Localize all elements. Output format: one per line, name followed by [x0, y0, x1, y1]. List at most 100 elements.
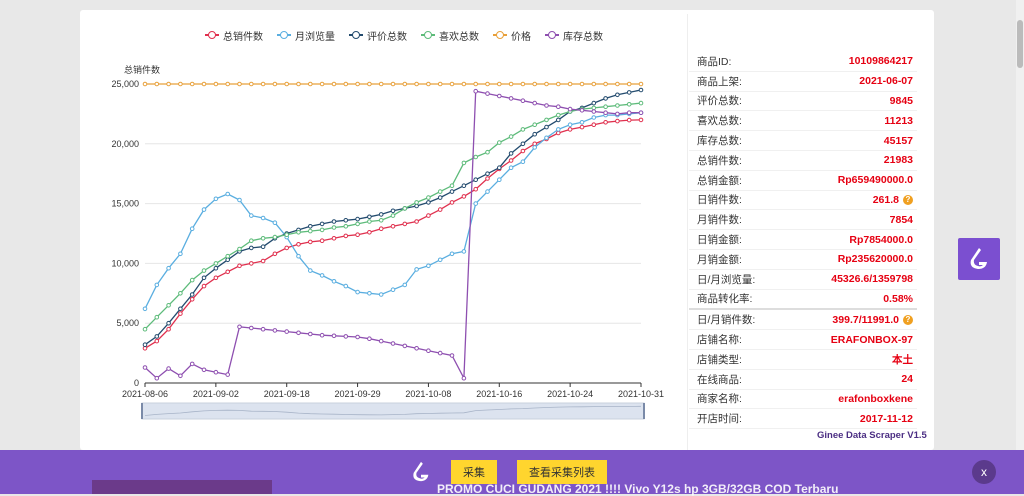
data-point	[390, 208, 396, 214]
data-point	[591, 109, 597, 114]
data-point	[296, 81, 301, 87]
data-point	[343, 218, 349, 223]
data-point	[296, 330, 301, 336]
data-point	[225, 81, 230, 87]
data-point	[414, 346, 419, 351]
data-point	[638, 110, 644, 115]
data-point	[532, 122, 538, 127]
info-label: 总销件数:	[697, 154, 742, 167]
data-point	[473, 81, 479, 87]
scrollbar-thumb[interactable]	[1017, 20, 1023, 68]
y-tick-label: 5,000	[116, 318, 139, 328]
data-point	[508, 96, 514, 101]
data-point	[556, 104, 561, 109]
data-point	[154, 81, 160, 87]
close-button[interactable]: x	[972, 460, 996, 484]
info-label: 开店时间:	[697, 413, 742, 426]
data-point	[556, 81, 561, 87]
data-point	[473, 154, 479, 160]
data-point	[615, 81, 620, 87]
help-icon[interactable]: ?	[903, 194, 913, 205]
data-point	[201, 81, 207, 87]
data-point	[189, 277, 195, 283]
data-point	[520, 98, 526, 103]
info-row: 店铺名称: ERAFONBOX-97	[689, 330, 917, 350]
data-point	[166, 81, 171, 87]
data-point	[355, 81, 360, 87]
data-point	[532, 81, 538, 87]
data-point	[225, 372, 230, 377]
info-row: 评价总数: 9845	[689, 92, 917, 112]
data-point	[485, 91, 490, 96]
data-point	[142, 342, 148, 348]
data-point	[331, 219, 337, 224]
data-point	[237, 324, 242, 330]
data-point	[579, 81, 585, 87]
view-collect-list-button[interactable]: 查看采集列表	[517, 460, 607, 484]
data-point	[520, 141, 526, 147]
info-label: 商品上架:	[697, 75, 742, 88]
info-value: 10109864217	[849, 55, 913, 67]
help-icon[interactable]: ?	[903, 314, 913, 325]
x-tick-label: 2021-10-24	[547, 389, 593, 399]
ginee-side-logo-button[interactable]	[958, 238, 1000, 280]
data-point	[390, 341, 396, 346]
info-row: 日销件数: 261.8?	[689, 191, 917, 211]
data-point	[308, 228, 313, 234]
series-line	[144, 119, 642, 349]
info-row: 总销件数: 21983	[689, 151, 917, 171]
info-value-text: 45157	[883, 134, 913, 147]
info-label: 日/月浏览量:	[697, 273, 756, 286]
data-point	[272, 220, 278, 225]
info-row: 喜欢总数: 11213	[689, 111, 917, 132]
data-point	[544, 117, 549, 123]
data-point	[249, 238, 254, 243]
data-point	[225, 269, 230, 275]
info-value-text: 10109864217	[848, 55, 913, 68]
info-value: 9845	[890, 95, 913, 107]
data-point	[449, 353, 455, 358]
data-point	[260, 215, 266, 221]
info-label: 商品ID:	[697, 55, 732, 68]
data-point	[237, 81, 242, 87]
data-point	[473, 201, 479, 206]
data-point	[142, 81, 148, 87]
info-value: 0.58%	[883, 293, 913, 305]
data-point	[260, 258, 266, 264]
data-point	[249, 325, 254, 331]
data-point	[485, 149, 490, 155]
data-point	[449, 200, 455, 205]
y-tick-label: 10,000	[111, 258, 139, 268]
data-point	[201, 283, 207, 289]
data-point	[213, 261, 219, 266]
info-value: Rp659490000.0	[838, 174, 913, 186]
data-point	[178, 306, 183, 312]
info-row: 月销件数: 7854	[689, 210, 917, 231]
info-label: 评价总数:	[697, 95, 742, 108]
data-point	[367, 219, 372, 224]
data-point	[319, 332, 325, 338]
data-point	[355, 334, 360, 340]
data-point	[437, 207, 443, 212]
data-point	[497, 165, 502, 170]
data-point	[544, 81, 549, 87]
product-info-panel: 商品ID: 10109864217 商品上架: 2021-06-07 评价总数: 9845…	[689, 52, 917, 430]
data-point	[497, 81, 502, 87]
data-point	[402, 221, 408, 227]
data-point	[449, 183, 455, 188]
info-label: 商品转化率:	[697, 293, 753, 306]
data-point	[520, 148, 526, 154]
data-point	[626, 102, 632, 107]
data-point	[402, 206, 408, 211]
data-point	[426, 200, 431, 205]
info-value: 21983	[884, 154, 913, 166]
collect-button[interactable]: 采集	[451, 460, 497, 484]
data-point	[615, 103, 620, 108]
data-point	[414, 81, 419, 87]
data-point	[497, 93, 502, 99]
data-point	[284, 245, 290, 251]
data-point	[485, 176, 490, 181]
data-point	[567, 81, 573, 87]
data-point	[178, 373, 183, 379]
page-scrollbar[interactable]	[1016, 0, 1024, 494]
